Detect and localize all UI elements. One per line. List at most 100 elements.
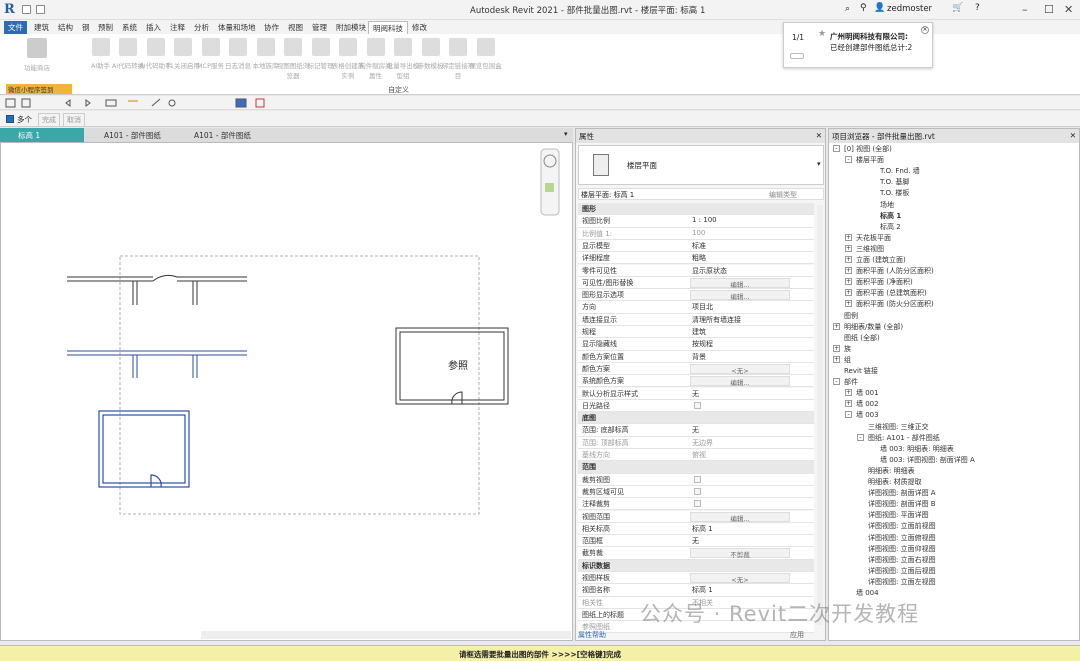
property-value[interactable]: 按规程	[692, 339, 713, 349]
property-group[interactable]: 标识数据	[578, 559, 814, 572]
property-row[interactable]: 颜色方案位置 背景	[578, 350, 814, 363]
expand-icon[interactable]: +	[845, 289, 852, 297]
ribbon-tab-13[interactable]: 附加模块	[332, 21, 370, 34]
property-value[interactable]: 显示原状态	[692, 266, 727, 276]
browser-node[interactable]: 族	[844, 344, 851, 354]
browser-node[interactable]: 详图视图: 立面前视图	[868, 521, 936, 531]
property-edit-button[interactable]: 编辑...	[690, 290, 790, 301]
browser-node[interactable]: 明细表: 明细表	[868, 466, 915, 476]
close-button[interactable]: ✕	[1064, 3, 1073, 16]
browser-node[interactable]: T.O. 楼板	[880, 188, 909, 198]
ribbon-tab-2[interactable]: 结构	[54, 21, 77, 34]
ribbon-tab-8[interactable]: 分析	[190, 21, 213, 34]
property-group[interactable]: 底图	[578, 412, 814, 425]
browser-node[interactable]: 墙 001	[856, 388, 879, 398]
property-row[interactable]: 基线方向 俯视	[578, 449, 814, 462]
browser-node[interactable]: 楼层平面	[856, 155, 884, 165]
apply-button[interactable]: 应用	[790, 630, 804, 640]
collapse-icon[interactable]: -	[833, 145, 840, 152]
property-row[interactable]: 范围: 底部标高 无	[578, 424, 814, 437]
property-row[interactable]: 默认分析显示样式 无	[578, 387, 814, 400]
browser-node[interactable]: 明细表: 材质提取	[868, 477, 922, 487]
property-row[interactable]: 比例值 1: 100	[578, 227, 814, 240]
browser-node[interactable]: 图纸 (全部)	[844, 333, 880, 343]
property-row[interactable]: 方向 项目北	[578, 301, 814, 314]
expand-icon[interactable]: +	[845, 256, 852, 263]
property-row[interactable]: 系统颜色方案 编辑...	[578, 375, 814, 388]
property-value[interactable]: 标准	[692, 241, 706, 251]
property-row[interactable]: 视图名称 标高 1	[578, 584, 814, 597]
browser-node[interactable]: 详图视图: 立面左视图	[868, 577, 936, 587]
multiple-checkbox[interactable]	[6, 115, 14, 123]
maximize-button[interactable]: ☐	[1044, 3, 1054, 16]
property-checkbox[interactable]	[694, 475, 701, 483]
drawing-canvas[interactable]: 参照	[0, 142, 573, 641]
edit-type-button[interactable]: 编辑类型	[769, 190, 797, 200]
expand-icon[interactable]: +	[845, 233, 852, 241]
property-value[interactable]: 俯视	[692, 450, 706, 460]
browser-node[interactable]: 天花板平面	[856, 233, 891, 243]
page-arrows-icon[interactable]	[790, 53, 804, 59]
collapse-icon[interactable]: -	[845, 156, 852, 164]
property-value[interactable]: 建筑	[692, 327, 706, 337]
property-row[interactable]: 规程 建筑	[578, 326, 814, 339]
collapse-icon[interactable]: -	[857, 433, 864, 441]
browser-node[interactable]: 面积平面 (人防分区面积)	[856, 266, 934, 276]
tab-level-1[interactable]: 标高 1	[0, 128, 84, 142]
browser-node[interactable]: Revit 链接	[844, 366, 878, 376]
ribbon-tab-7[interactable]: 注释	[166, 21, 189, 34]
browser-node[interactable]: 场地	[880, 200, 894, 210]
property-value[interactable]: 无	[692, 425, 699, 435]
username[interactable]: zedmoster	[887, 4, 932, 14]
expand-icon[interactable]: +	[845, 400, 852, 408]
tab-a101-1[interactable]: A101 - 部件图纸	[86, 128, 174, 142]
property-row[interactable]: 裁剪视图	[578, 473, 814, 486]
property-row[interactable]: 注释裁剪	[578, 498, 814, 511]
property-row[interactable]: 视图范围 编辑...	[578, 510, 814, 523]
property-row[interactable]: 相关标高 标高 1	[578, 522, 814, 536]
revit-logo-icon[interactable]: R	[4, 2, 18, 17]
ribbon-tool-15[interactable]: 预览包围盒	[469, 38, 503, 70]
property-row[interactable]: 截剪裁 不剪裁	[578, 547, 814, 560]
property-row[interactable]: 颜色方案 <无>	[578, 362, 814, 376]
help-icon[interactable]: ?	[975, 3, 980, 13]
browser-node[interactable]: 墙 003	[856, 410, 879, 420]
property-value[interactable]: 背景	[692, 352, 706, 362]
ribbon-tab-1[interactable]: 建筑	[30, 21, 53, 34]
browser-node[interactable]: 墙 003: 详图视图: 剖面详图 A	[880, 455, 975, 465]
property-value[interactable]: 无	[692, 536, 699, 546]
toolbar-icons[interactable]	[0, 96, 330, 110]
property-value[interactable]: 100	[692, 229, 705, 237]
ribbon-tab-4[interactable]: 预制	[94, 21, 117, 34]
browser-node[interactable]: 详图视图: 立面右视图	[868, 555, 936, 565]
property-edit-button[interactable]: <无>	[690, 363, 790, 375]
browser-node[interactable]: 组	[844, 355, 851, 365]
browser-node[interactable]: 三维视图	[856, 244, 884, 254]
property-row[interactable]: 范围: 顶部标高 无边界	[578, 436, 814, 449]
browser-node[interactable]: 详图视图: 平面详图	[868, 510, 929, 520]
browser-node[interactable]: 立面 (建筑立面)	[856, 255, 906, 265]
browser-node[interactable]: 图纸: A101 - 部件图纸	[868, 433, 940, 443]
nav-wheel-icon[interactable]	[540, 148, 560, 216]
ribbon-tab-10[interactable]: 协作	[260, 21, 283, 34]
browser-node[interactable]: 三维视图: 三维正交	[868, 422, 929, 432]
property-row[interactable]: 视图样板 <无>	[578, 572, 814, 585]
binoculars-icon[interactable]: ⚲	[860, 3, 867, 13]
user-icon[interactable]: 👤	[874, 3, 885, 13]
finish-button[interactable]: 完成	[38, 113, 60, 127]
property-value[interactable]: 标高 1	[692, 524, 713, 534]
property-value[interactable]: 标高 1	[692, 585, 713, 595]
browser-node[interactable]: 部件	[844, 377, 858, 387]
property-row[interactable]: 日光路径	[578, 399, 814, 413]
ribbon-tab-3[interactable]: 钢	[78, 21, 94, 34]
expand-icon[interactable]: +	[833, 355, 840, 363]
tab-a101-2[interactable]: A101 - 部件图纸	[176, 128, 266, 142]
cart-icon[interactable]: 🛒	[952, 3, 963, 13]
search-icon[interactable]: ⌕	[845, 4, 850, 14]
property-checkbox[interactable]	[694, 401, 701, 409]
browser-node[interactable]: 图例	[844, 311, 858, 321]
property-edit-button[interactable]: 编辑...	[690, 376, 790, 387]
browser-close-icon[interactable]: ✕	[1070, 131, 1076, 140]
browser-node[interactable]: 面积平面 (净面积)	[856, 277, 913, 287]
property-row[interactable]: 范围框 无	[578, 535, 814, 548]
